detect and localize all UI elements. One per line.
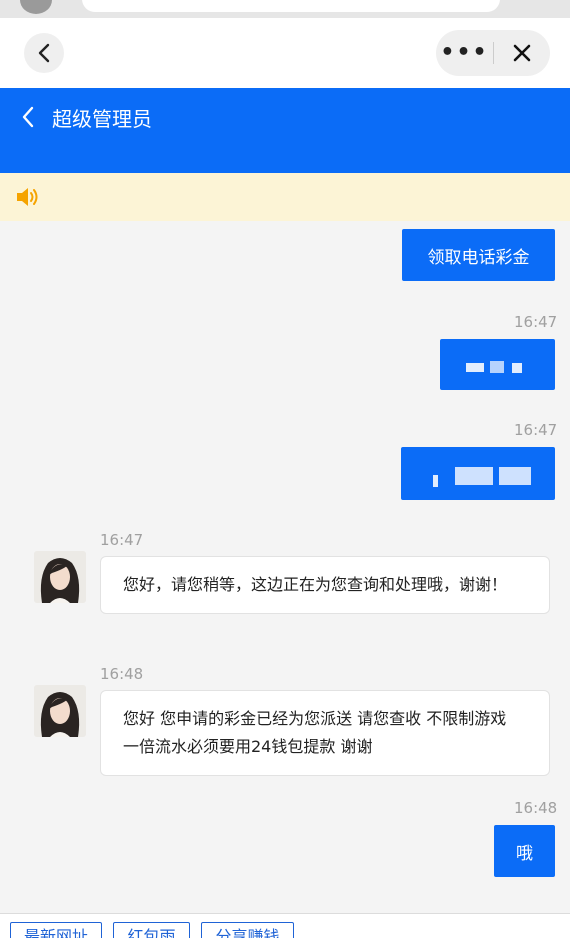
tab-share-earn[interactable]: 分享赚钱: [201, 922, 294, 938]
more-icon[interactable]: •••: [436, 30, 493, 76]
outgoing-message-redacted: [440, 339, 555, 390]
tab-red-packet-rain[interactable]: 红包雨: [113, 922, 190, 938]
redaction-block: [466, 363, 484, 372]
nav-back-button[interactable]: [24, 33, 64, 73]
incoming-message: 您好 您申请的彩金已经为您派送 请您查收 不限制游戏 一倍流水必须要用24钱包提…: [100, 690, 550, 776]
bottom-quick-links: 最新网址 红包雨 分享赚钱: [0, 913, 570, 938]
browser-tab-icon[interactable]: [20, 0, 52, 14]
message-time: 16:47: [514, 313, 558, 331]
speaker-icon: [17, 188, 38, 206]
message-time: 16:48: [514, 799, 558, 817]
close-button[interactable]: [494, 44, 550, 62]
mini-program-toolbar: •••: [0, 18, 570, 88]
message-time: 16:48: [100, 665, 144, 683]
tab-latest-url[interactable]: 最新网址: [10, 922, 102, 938]
outgoing-message-redacted: [401, 447, 555, 500]
outgoing-message: 哦: [494, 825, 555, 877]
message-time: 16:47: [100, 531, 144, 549]
outgoing-message: 领取电话彩金: [402, 229, 555, 281]
back-chevron-icon: [38, 43, 50, 63]
url-field[interactable]: [82, 0, 500, 12]
close-icon: [513, 44, 531, 62]
incoming-message: 您好，请您稍等，这边正在为您查询和处理哦，谢谢！: [100, 556, 550, 614]
chat-header: 超级管理员: [0, 88, 570, 173]
redaction-block: [490, 361, 504, 373]
notice-bar: [0, 173, 570, 221]
redaction-block: [455, 467, 493, 485]
chat-title: 超级管理员: [52, 107, 152, 131]
header-back-icon[interactable]: [18, 106, 40, 128]
avatar[interactable]: [34, 685, 86, 737]
menu-capsule: •••: [436, 30, 550, 76]
redaction-block: [499, 467, 531, 485]
browser-url-bar: [0, 0, 570, 18]
redaction-block: [512, 363, 522, 373]
message-time: 16:47: [514, 421, 558, 439]
avatar[interactable]: [34, 551, 86, 603]
redaction-block: [433, 475, 438, 487]
chat-list[interactable]: 领取电话彩金 16:47 16:47 16:47 您好，请您稍等，这边正在为您查…: [0, 221, 570, 913]
